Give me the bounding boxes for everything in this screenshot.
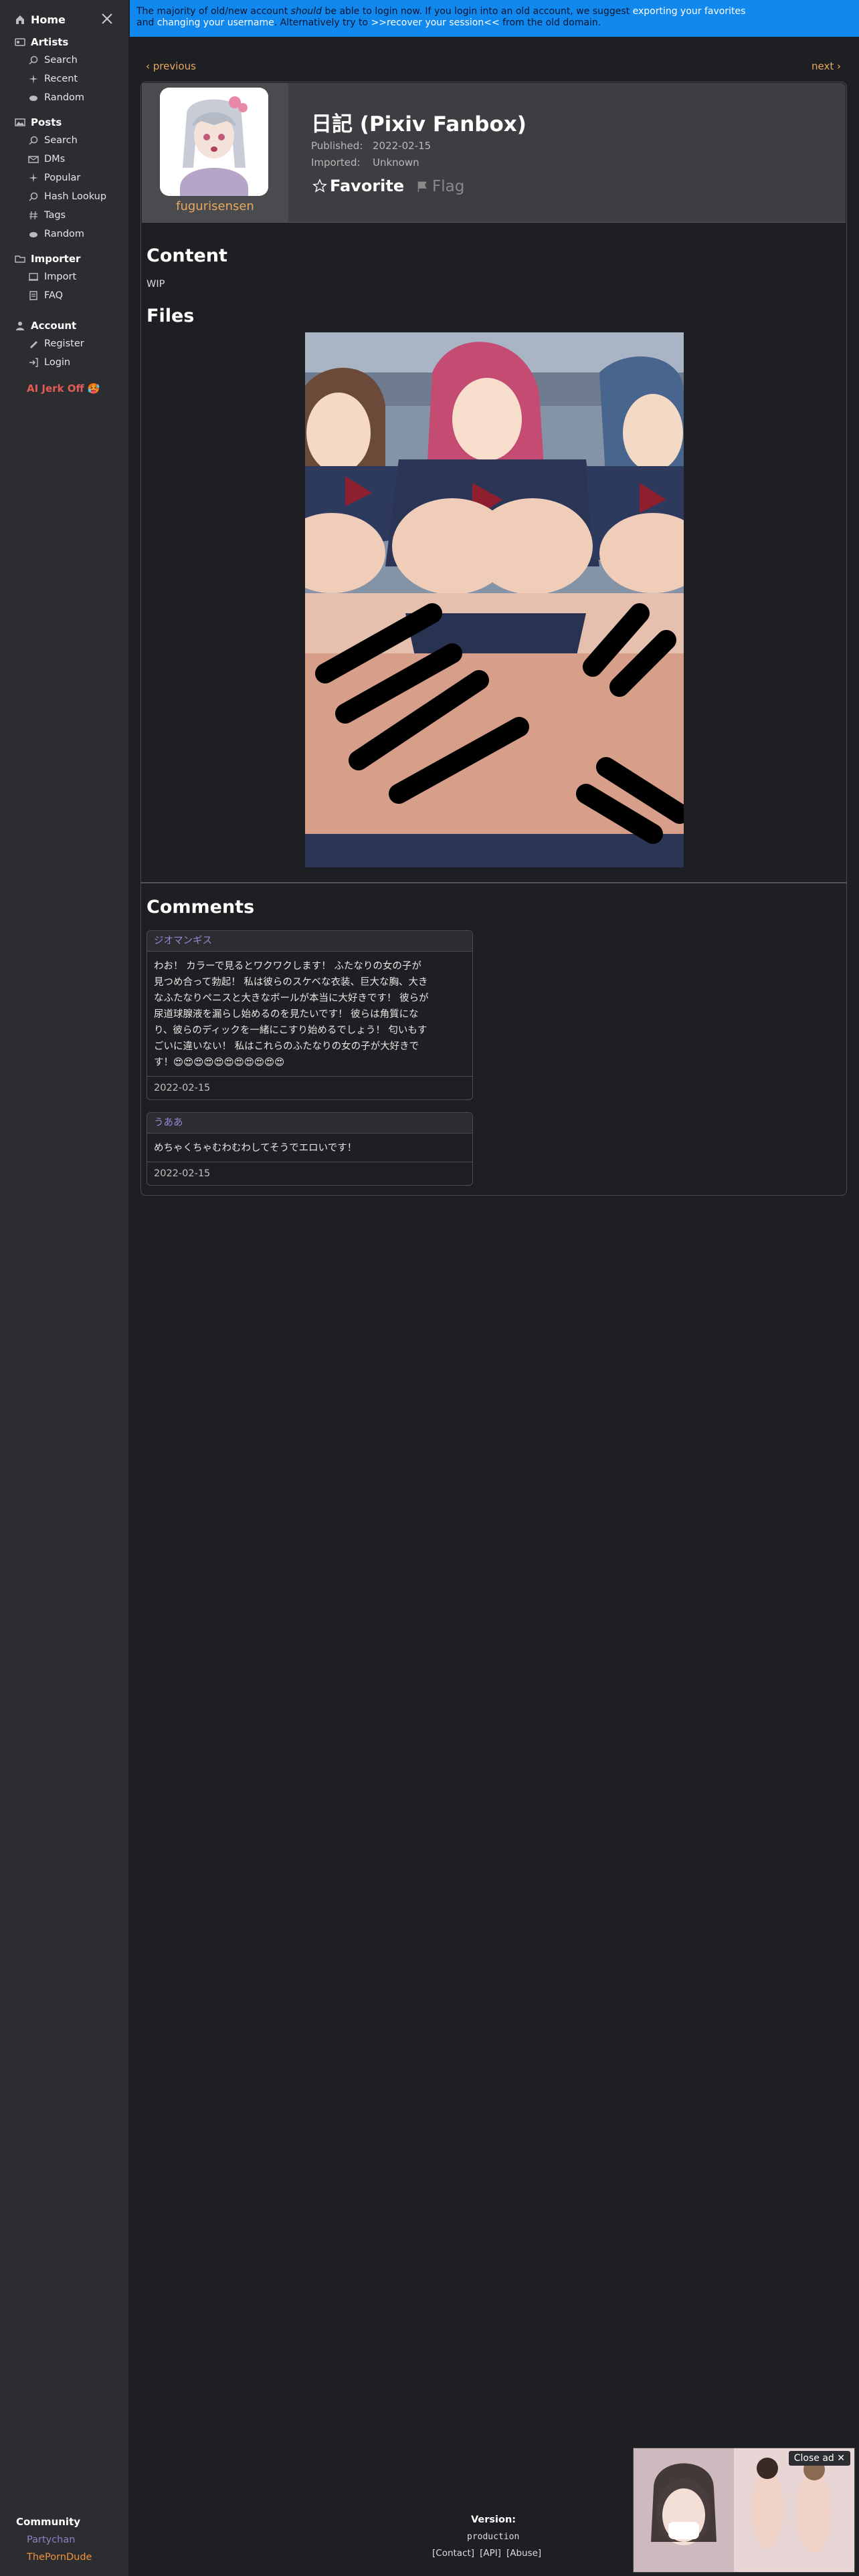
sidebar-item-posts-popular[interactable]: Popular <box>28 173 80 183</box>
search-icon <box>29 136 38 145</box>
sidebar-section-account: Account <box>15 320 76 332</box>
mail-icon <box>28 156 39 163</box>
sidebar-item-posts-random[interactable]: Random <box>28 229 84 239</box>
content-heading: Content <box>147 245 227 266</box>
files-heading: Files <box>147 306 195 326</box>
sidebar-item-artists-recent[interactable]: Recent <box>28 74 78 84</box>
export-favorites-link[interactable]: exporting your favorites <box>633 6 746 17</box>
search-icon <box>29 192 38 201</box>
importer-icon <box>15 255 25 263</box>
footer-abuse-link[interactable]: [Abuse] <box>506 2548 541 2559</box>
sidebar-home-label: Home <box>31 13 66 26</box>
sidebar-item-artists-search[interactable]: Search <box>28 55 78 66</box>
community-link-partychan[interactable]: Partychan <box>27 2535 75 2545</box>
post-file-image[interactable] <box>305 332 684 867</box>
sidebar-item-import[interactable]: Import <box>28 272 76 282</box>
sidebar-section-posts: Posts <box>15 116 62 128</box>
imported-date: Imported: Unknown <box>311 156 419 169</box>
post-content: WIP <box>147 279 165 290</box>
favorite-button[interactable]: Favorite <box>312 177 404 195</box>
sidebar-item-posts-search[interactable]: Search <box>28 135 78 146</box>
comments-heading: Comments <box>147 897 255 918</box>
published-date: Published: 2022-02-15 <box>311 140 432 152</box>
sidebar-item-faq[interactable]: FAQ <box>28 290 63 301</box>
comment-card: ジオマンギス わお！ カラーで見るとワクワクします！ ふたなりの女の子が 見つめ… <box>147 930 473 1100</box>
post-title: 日記 (Pixiv Fanbox) <box>311 112 527 136</box>
sidebar-section-importer: Importer <box>15 253 80 265</box>
sidebar-item-register[interactable]: Register <box>28 338 84 349</box>
register-icon <box>30 341 37 348</box>
star-icon <box>312 179 327 193</box>
sidebar-item-login[interactable]: Login <box>28 357 70 368</box>
ad-overlay[interactable]: Close ad ✕ <box>633 2448 855 2573</box>
sidebar-home[interactable]: Home <box>15 12 66 27</box>
post-container: fugurisensen 日記 (Pixiv Fanbox) Published… <box>140 82 847 1196</box>
footer-api-link[interactable]: [API] <box>480 2548 501 2559</box>
flag-icon <box>417 181 427 192</box>
footer-links: [Contact] [API] [Abuse] <box>432 2548 541 2559</box>
sidebar-item-posts-dms[interactable]: DMs <box>28 154 65 165</box>
community-link-theporndude[interactable]: ThePornDude <box>27 2552 92 2563</box>
sidebar-section-artists: Artists <box>15 36 68 48</box>
sidebar-item-posts-hash-lookup[interactable]: Hash Lookup <box>28 191 106 202</box>
close-ad-button[interactable]: Close ad ✕ <box>788 2451 850 2466</box>
artist-name[interactable]: fugurisensen <box>142 199 288 213</box>
recover-session-link[interactable]: >>recover your session<< <box>371 17 500 28</box>
comment-body: めちゃくちゃむわむわしてそうでエロいです！ <box>154 1143 357 1154</box>
avatar-image <box>160 88 268 196</box>
shuffle-icon <box>29 232 37 237</box>
sparkle-icon <box>29 74 38 84</box>
sidebar-ai-link[interactable]: AI Jerk Off 🥵 <box>27 383 100 395</box>
announcement-banner: The majority of old/new account should b… <box>130 0 859 37</box>
community-heading: Community <box>16 2516 81 2528</box>
sidebar: Home Artists Search Recent Random Posts … <box>0 0 128 2576</box>
section-divider <box>141 882 846 883</box>
ad-image <box>634 2448 854 2572</box>
sparkle-icon <box>29 173 38 183</box>
footer-version-label: Version: <box>471 2514 516 2525</box>
login-icon <box>29 358 38 367</box>
comment-author[interactable]: うああ <box>147 1113 472 1134</box>
footer-contact-link[interactable]: [Contact] <box>432 2548 474 2559</box>
faq-icon <box>29 291 37 300</box>
next-post-link[interactable]: next › <box>812 60 841 72</box>
import-icon <box>29 273 38 281</box>
search-icon <box>29 56 38 65</box>
change-username-link[interactable]: changing your username <box>157 17 274 28</box>
post-header: fugurisensen 日記 (Pixiv Fanbox) Published… <box>142 83 846 223</box>
home-icon <box>16 15 24 24</box>
hash-icon <box>29 211 37 220</box>
previous-post-link[interactable]: ‹ previous <box>146 60 196 72</box>
sidebar-item-artists-random[interactable]: Random <box>28 92 84 103</box>
user-icon <box>16 322 24 330</box>
id-card-icon <box>15 38 25 46</box>
close-sidebar-icon[interactable] <box>99 11 115 27</box>
post-illustration <box>305 332 684 867</box>
shuffle-icon <box>29 96 37 101</box>
footer-environment: production <box>467 2532 520 2542</box>
avatar[interactable] <box>160 88 268 196</box>
image-icon <box>15 118 25 126</box>
comment-card: うああ めちゃくちゃむわむわしてそうでエロいです！ 2022-02-15 <box>147 1112 473 1186</box>
comment-date: 2022-02-15 <box>147 1162 472 1185</box>
sidebar-item-posts-tags[interactable]: Tags <box>28 210 66 221</box>
comment-date: 2022-02-15 <box>147 1076 472 1099</box>
comment-body: わお！ カラーで見るとワクワクします！ ふたなりの女の子が 見つめ合って勃起！ … <box>154 961 429 1068</box>
comment-author[interactable]: ジオマンギス <box>147 931 472 952</box>
flag-button[interactable]: Flag <box>416 178 464 195</box>
artist-card[interactable]: fugurisensen <box>142 83 288 222</box>
